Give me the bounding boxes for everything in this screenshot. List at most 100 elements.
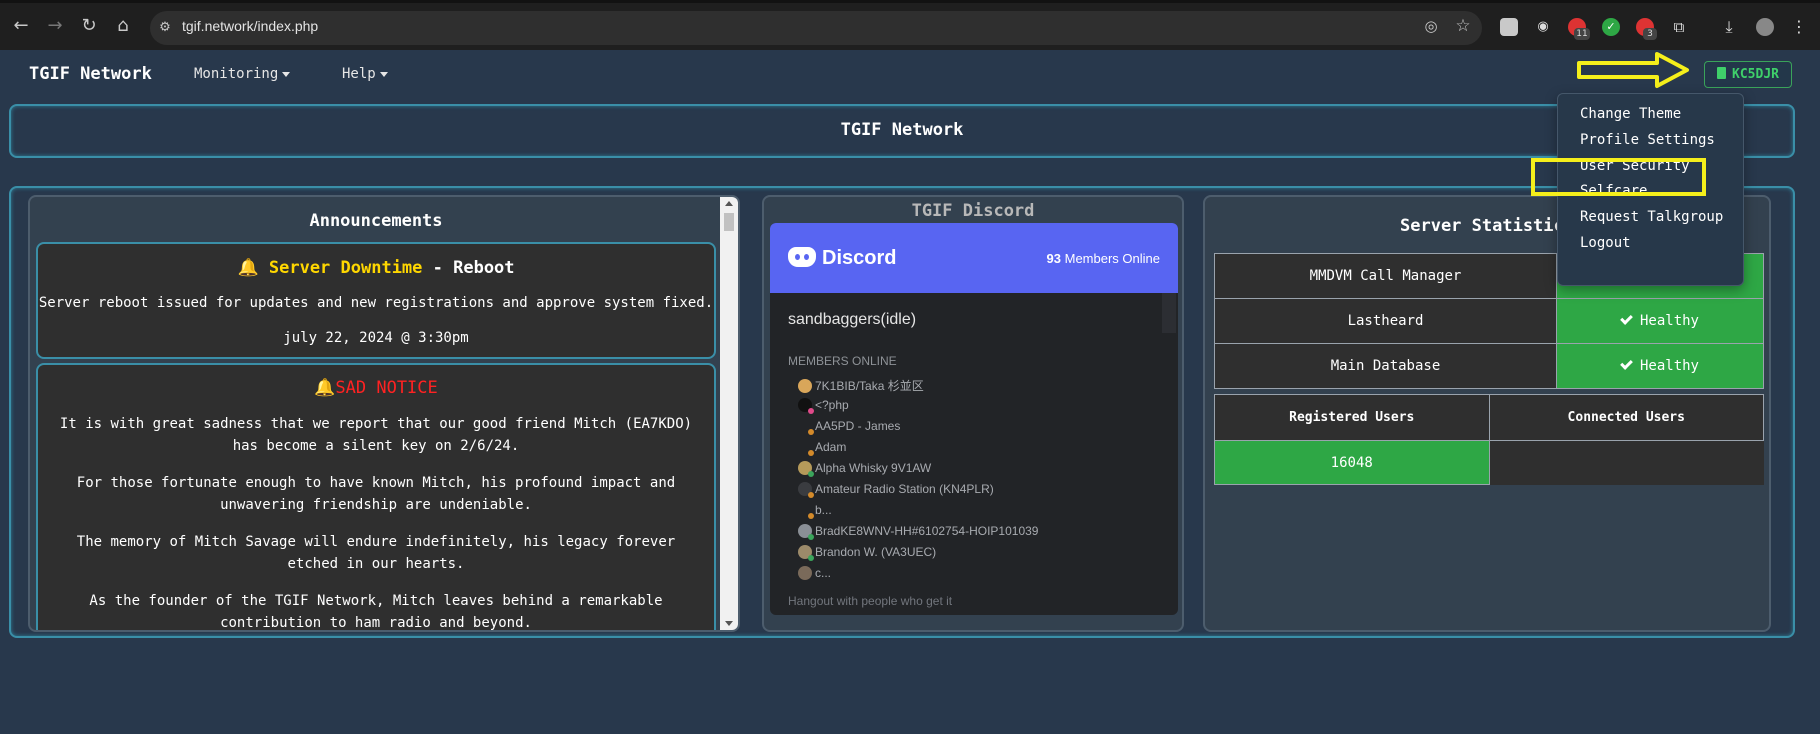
announcement-title: 🔔 Server Downtime - Reboot (38, 256, 714, 280)
menu-item-logout[interactable]: Logout (1580, 235, 1631, 251)
check-icon (1620, 312, 1633, 325)
annotation-arrow-icon (1577, 52, 1689, 88)
calendar-badge: 11 (1574, 28, 1590, 40)
profile-avatar[interactable] (1756, 18, 1774, 36)
extension-icon[interactable] (1500, 18, 1518, 36)
avatar (798, 419, 814, 435)
member-item[interactable]: Adam (798, 440, 846, 458)
service-status: Healthy (1556, 343, 1764, 389)
avatar (798, 524, 814, 540)
service-name: Lastheard (1214, 298, 1557, 344)
table-header-row: Registered Users Connected Users (1214, 394, 1764, 441)
alert-badge: 3 (1643, 28, 1657, 40)
spy-extension-icon[interactable]: ◉ (1534, 18, 1552, 36)
scroll-thumb[interactable] (724, 213, 734, 231)
announcement-title-highlight: Server Downtime (268, 258, 423, 278)
discord-channel[interactable]: sandbaggers(idle) (788, 311, 916, 329)
caret-down-icon (379, 71, 388, 77)
connected-users-header: Connected Users (1488, 394, 1764, 441)
announcements-scrollbar[interactable] (720, 197, 738, 630)
eye-off-icon[interactable]: ◎ (1418, 13, 1444, 39)
online-label: Members Online (1061, 251, 1160, 266)
user-callsign: KC5DJR (1732, 67, 1779, 82)
scroll-up-icon[interactable] (725, 201, 733, 206)
caret-down-icon (282, 71, 291, 77)
member-item[interactable]: c... (798, 566, 831, 584)
member-name: Alpha Whisky 9V1AW (815, 461, 932, 475)
online-count: 93 (1046, 251, 1062, 266)
browser-toolbar: ← → ↻ ⌂ ⚙ tgif.network/index.php ◎ ☆ ◉ 1… (0, 0, 1820, 50)
member-name: c... (815, 566, 832, 580)
member-name: b... (815, 503, 832, 517)
member-item[interactable]: BradKE8WNV-HH#6102754-HOIP101039 (798, 524, 1038, 542)
member-item[interactable]: Alpha Whisky 9V1AW (798, 461, 931, 479)
home-icon[interactable]: ⌂ (110, 13, 136, 39)
table-row: Main Database Healthy (1214, 343, 1764, 389)
nav-help-label: Help (342, 66, 376, 82)
avatar (798, 440, 814, 456)
announcements-heading: Announcements (309, 211, 443, 231)
member-name: Amateur Radio Station (KN4PLR) (815, 482, 994, 496)
member-item[interactable]: b... (798, 503, 832, 521)
announcement-sad-notice: 🔔SAD NOTICE It is with great sadness tha… (36, 363, 716, 630)
brand-link[interactable]: TGIF Network (29, 64, 152, 84)
reload-icon[interactable]: ↻ (76, 13, 102, 39)
nav-monitoring-label: Monitoring (194, 66, 279, 82)
announcement-title: 🔔SAD NOTICE (38, 377, 714, 399)
table-row: 16048 (1214, 440, 1764, 485)
discord-logo-text: Discord (822, 247, 897, 269)
member-item[interactable]: AA5PD - James (798, 419, 900, 437)
member-name: Brandon W. (VA3UEC) (815, 545, 937, 559)
url-text[interactable]: tgif.network/index.php (182, 18, 318, 34)
avatar (798, 461, 814, 477)
menu-item-change-theme[interactable]: Change Theme (1580, 106, 1681, 122)
discord-logo[interactable]: Discord (788, 247, 896, 270)
discord-scrollbar[interactable] (1162, 293, 1176, 333)
member-item[interactable]: Brandon W. (VA3UEC) (798, 545, 936, 563)
address-bar[interactable] (150, 11, 1482, 45)
status-text: Healthy (1639, 313, 1699, 329)
bookmark-star-icon[interactable]: ☆ (1450, 13, 1476, 39)
discord-icon (788, 247, 816, 267)
avatar (798, 379, 812, 393)
puzzle-icon[interactable]: ⧉ (1670, 18, 1688, 36)
scroll-down-icon[interactable] (725, 621, 733, 626)
members-online-heading: MEMBERS ONLINE (788, 354, 897, 368)
avatar (798, 566, 812, 580)
announcements-card[interactable]: Announcements 🔔 Server Downtime - Reboot… (28, 195, 740, 632)
site-info-icon[interactable]: ⚙ (152, 15, 178, 41)
discord-footer: Hangout with people who get it (788, 594, 953, 608)
discord-widget[interactable]: Discord 93 Members Online sandbaggers(id… (770, 223, 1178, 615)
member-name: <?php (815, 398, 849, 412)
member-item[interactable]: <?php (798, 398, 849, 416)
member-item[interactable]: 7K1BIB/Taka 杉並区 (798, 377, 924, 395)
avatar (798, 398, 814, 414)
id-badge-icon (1717, 67, 1727, 79)
member-name: AA5PD - James (815, 419, 901, 433)
registered-users-header: Registered Users (1214, 394, 1490, 441)
nav-monitoring[interactable]: Monitoring (194, 66, 291, 82)
service-name: MMDVM Call Manager (1214, 253, 1557, 299)
menu-item-request-talkgroup[interactable]: Request Talkgroup (1580, 209, 1723, 225)
service-status: Healthy (1556, 298, 1764, 344)
announcement-title-rest: - Reboot (422, 258, 515, 278)
member-name: BradKE8WNV-HH#6102754-HOIP101039 (815, 524, 1039, 538)
user-menu-button[interactable]: KC5DJR (1704, 61, 1792, 88)
status-text: Healthy (1639, 358, 1699, 374)
avatar (798, 482, 814, 498)
discord-online-count: 93 Members Online (1047, 251, 1160, 266)
announcement-downtime: 🔔 Server Downtime - Reboot Server reboot… (36, 242, 716, 359)
member-name: 7K1BIB/Taka 杉並区 (815, 379, 924, 393)
forward-icon[interactable]: → (42, 13, 68, 39)
announcement-paragraph: The memory of Mitch Savage will endure i… (76, 534, 676, 572)
page-title: TGIF Network (840, 120, 964, 140)
announcement-paragraph: It is with great sadness that we report … (59, 416, 693, 454)
back-icon[interactable]: ← (8, 13, 34, 39)
nav-help[interactable]: Help (342, 66, 388, 82)
menu-item-profile-settings[interactable]: Profile Settings (1580, 132, 1715, 148)
check-extension-icon[interactable]: ✓ (1602, 18, 1620, 36)
check-icon (1620, 357, 1633, 370)
member-item[interactable]: Amateur Radio Station (KN4PLR) (798, 482, 994, 500)
menu-kebab-icon[interactable]: ⋮ (1790, 18, 1808, 36)
download-icon[interactable]: ⤓ (1720, 18, 1738, 36)
